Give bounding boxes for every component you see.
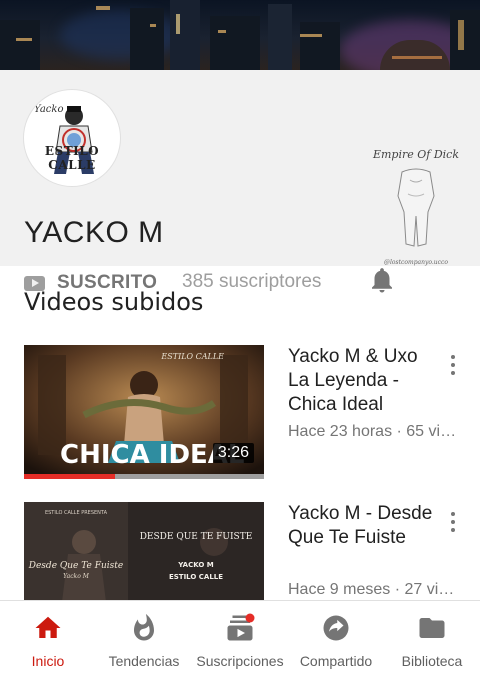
thumb-script: Desde Que Te Fuiste <box>28 561 123 571</box>
thumb-brand: ESTILO CALLE <box>160 352 224 361</box>
home-icon <box>35 616 61 638</box>
thumb-label: ESTILO CALLE <box>169 573 223 581</box>
more-options-icon[interactable] <box>446 355 460 379</box>
video-meta: Hace 9 meses · 27 vistas <box>288 581 458 598</box>
video-item[interactable]: ESTILO CALLE CHICA IDEAL 3:26 Yacko M & … <box>24 345 464 479</box>
share-icon <box>323 615 349 641</box>
video-duration: 3:26 <box>212 443 254 463</box>
nav-home[interactable]: Inicio <box>0 601 96 675</box>
avatar-text: ESTILO CALLE <box>44 144 100 172</box>
thumb-big-text: DESDE QUE TE FUISTE <box>140 532 253 542</box>
nav-label: Compartido <box>299 653 373 669</box>
channel-avatar[interactable]: Yacko ESTILO CALLE <box>24 90 120 186</box>
nav-trending[interactable]: Tendencias <box>96 601 192 675</box>
nav-shared[interactable]: Compartido <box>288 601 384 675</box>
thumb-header: ESTILO CALLE PRESENTA <box>45 510 108 516</box>
video-thumbnail[interactable]: ESTILO CALLE CHICA IDEAL 3:26 <box>24 345 264 479</box>
nav-label: Suscripciones <box>196 653 284 669</box>
nav-library[interactable]: Biblioteca <box>384 601 480 675</box>
thumb-script-sub: Yacko M <box>63 573 90 580</box>
subscriptions-icon <box>227 613 255 641</box>
more-options-icon[interactable] <box>446 512 460 536</box>
video-meta: Hace 23 horas · 65 vistas <box>288 423 458 440</box>
nav-subscriptions[interactable]: Suscripciones <box>192 601 288 675</box>
video-title[interactable]: Yacko M & Uxo La Leyenda - Chica Ideal <box>288 345 438 417</box>
nav-label: Inicio <box>31 653 65 669</box>
featured-title: Empire Of Dick <box>372 148 460 161</box>
video-title[interactable]: Yacko M - Desde Que Te Fuiste <box>288 502 438 550</box>
channel-name: YACKO M <box>24 216 164 249</box>
bell-icon[interactable] <box>367 265 397 295</box>
thumb-artist: YACKO M <box>177 561 213 569</box>
featured-image[interactable]: Empire Of Dick @lostcompanyo.ucco <box>366 148 466 266</box>
nav-label: Tendencias <box>108 653 180 669</box>
channel-banner <box>0 0 480 70</box>
mannequin-icon <box>397 168 435 247</box>
nav-label: Biblioteca <box>401 653 463 669</box>
folder-icon <box>419 618 445 638</box>
channel-header: Yacko ESTILO CALLE Empire Of Dick @lostc… <box>0 70 480 293</box>
watch-progress <box>24 474 264 479</box>
flame-icon <box>134 613 154 641</box>
bottom-navigation: Inicio Tendencias Suscripciones Comparti… <box>0 600 480 675</box>
svg-text:Yacko: Yacko <box>34 104 63 115</box>
section-title: Videos subidos <box>24 288 204 316</box>
watch-progress-fill <box>24 474 116 479</box>
